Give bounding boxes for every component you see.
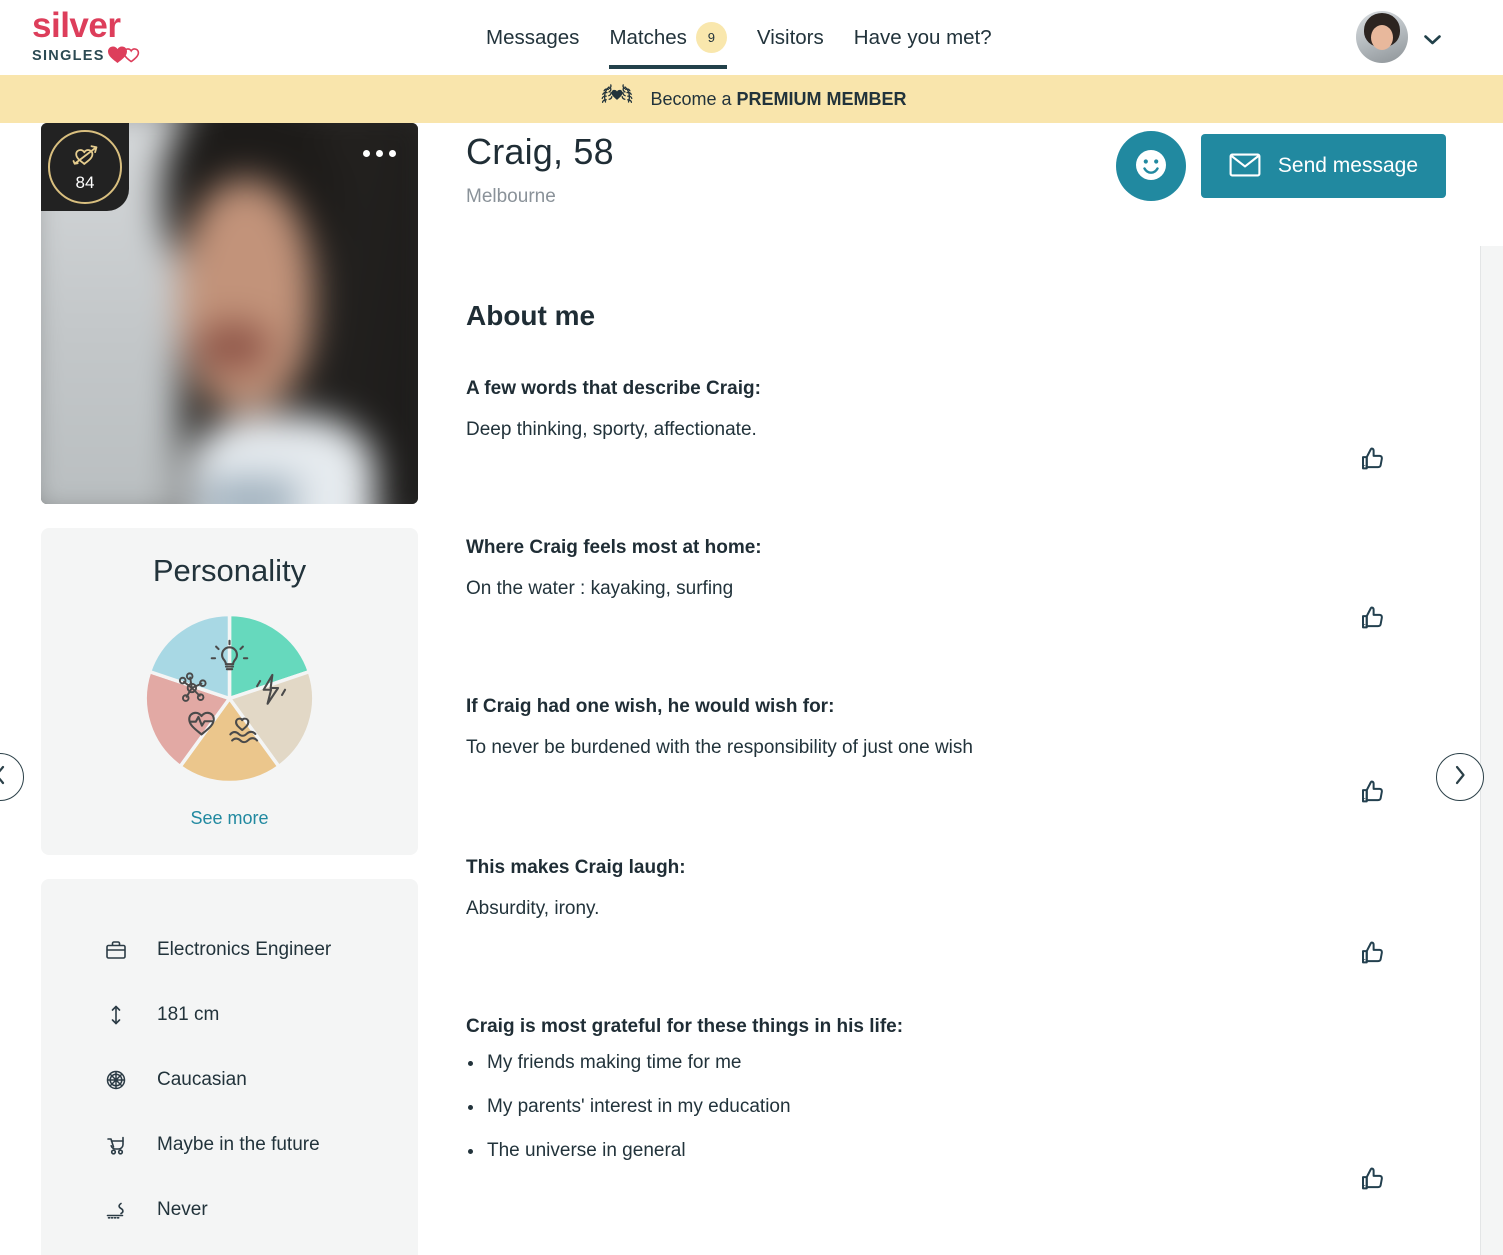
- match-score-badge[interactable]: 84: [41, 123, 129, 211]
- account-menu[interactable]: [1356, 11, 1441, 63]
- thumbs-up-icon: [1358, 941, 1388, 971]
- laurel-heart-icon: [596, 83, 638, 116]
- smile-button[interactable]: [1115, 131, 1186, 201]
- chevron-left-icon: [0, 765, 7, 790]
- like-button[interactable]: [1358, 1164, 1388, 1194]
- profile-main: Craig, 58 Melbourne About me A few words…: [466, 123, 1446, 1216]
- personality-title: Personality: [152, 553, 307, 588]
- previous-profile-button[interactable]: [0, 753, 24, 801]
- personality-card: Personality See more: [41, 528, 418, 855]
- globe-icon: [101, 1068, 131, 1092]
- list-item: My parents' interest in my education: [466, 1096, 1446, 1118]
- personality-pie-chart[interactable]: [142, 611, 317, 786]
- nav-label-have-you-met: Have you met?: [853, 25, 992, 49]
- send-message-button[interactable]: Send message: [1200, 134, 1446, 198]
- about-block-wish: If Craig had one wish, he would wish for…: [466, 696, 1446, 857]
- about-answer: Deep thinking, sporty, affectionate.: [466, 419, 757, 440]
- premium-banner-text: Become a PREMIUM MEMBER: [650, 89, 906, 110]
- envelope-icon: [1229, 152, 1261, 181]
- nav-item-matches[interactable]: Matches 9: [609, 0, 728, 75]
- about-block-describe: A few words that describe Craig: Deep th…: [466, 378, 1446, 512]
- list-item: My friends making time for me: [466, 1052, 1446, 1074]
- chevron-right-icon: [1453, 765, 1467, 790]
- profile-actions: Send message: [1115, 131, 1446, 201]
- cigarette-icon: [101, 1198, 131, 1222]
- about-question: If Craig had one wish, he would wish for…: [466, 696, 835, 717]
- thumbs-up-icon: [1358, 447, 1388, 477]
- nav-item-visitors[interactable]: Visitors: [757, 0, 824, 75]
- more-options-icon[interactable]: [363, 150, 396, 157]
- fact-label-children: Maybe in the future: [157, 1133, 320, 1155]
- about-answer: Absurdity, irony.: [466, 898, 600, 919]
- thumbs-up-icon: [1358, 1167, 1388, 1197]
- see-more-link[interactable]: See more: [190, 808, 268, 829]
- premium-prefix: Become a: [650, 88, 737, 109]
- heart-pair-icon: [107, 45, 141, 68]
- nav-label-visitors: Visitors: [756, 25, 824, 49]
- like-button[interactable]: [1358, 777, 1388, 807]
- smiley-icon: [1131, 145, 1171, 188]
- fact-label-occupation: Electronics Engineer: [157, 938, 332, 960]
- profile-sidebar: 84 Personality See more Electronics Engi…: [41, 123, 418, 1255]
- about-me-heading: About me: [466, 300, 596, 331]
- like-button[interactable]: [1358, 444, 1388, 474]
- matches-count-badge: 9: [695, 22, 727, 53]
- about-question: This makes Craig laugh:: [466, 857, 686, 878]
- stroller-icon: [101, 1133, 131, 1157]
- about-question: Craig is most grateful for these things …: [466, 1016, 904, 1037]
- main-navigation: Messages Matches 9 Visitors Have you met…: [486, 0, 992, 75]
- like-button[interactable]: [1358, 603, 1388, 633]
- nav-label-matches: Matches: [609, 25, 687, 49]
- profile-photo-card[interactable]: 84: [41, 123, 418, 504]
- fact-row-height: 181 cm: [41, 982, 418, 1047]
- brand-logo[interactable]: silver SINGLES: [32, 8, 141, 68]
- briefcase-icon: [101, 938, 131, 962]
- like-button[interactable]: [1358, 938, 1388, 968]
- fact-row-children: Maybe in the future: [41, 1112, 418, 1177]
- logo-text-silver: silver: [32, 6, 121, 45]
- about-block-home: Where Craig feels most at home: On the w…: [466, 537, 1446, 696]
- heart-arrow-icon: [70, 144, 100, 173]
- about-question: A few words that describe Craig:: [466, 378, 761, 399]
- nav-label-messages: Messages: [486, 25, 580, 49]
- about-block-laugh: This makes Craig laugh: Absurdity, irony…: [466, 857, 1446, 1016]
- nav-item-messages[interactable]: Messages: [486, 0, 579, 75]
- premium-banner[interactable]: Become a PREMIUM MEMBER: [0, 75, 1503, 123]
- site-header: silver SINGLES Messages Matches 9 Visito…: [0, 0, 1503, 75]
- about-answer: On the water : kayaking, surfing: [466, 578, 734, 599]
- profile-facts-card: Electronics Engineer 181 cm Caucasian Ma…: [41, 879, 418, 1255]
- grateful-list: My friends making time for me My parents…: [466, 1052, 1446, 1162]
- premium-emphasis: PREMIUM MEMBER: [736, 88, 907, 109]
- logo-text-singles: SINGLES: [32, 48, 105, 65]
- match-score-value: 84: [75, 172, 95, 192]
- list-item: The universe in general: [466, 1140, 1446, 1162]
- page-scroll-rail[interactable]: [1480, 246, 1503, 1255]
- fact-label-height: 181 cm: [157, 1003, 220, 1025]
- thumbs-up-icon: [1358, 606, 1388, 636]
- nav-item-have-you-met[interactable]: Have you met?: [854, 0, 992, 75]
- thumbs-up-icon: [1358, 780, 1388, 810]
- send-message-label: Send message: [1277, 154, 1418, 177]
- fact-row-smoking: Never: [41, 1177, 418, 1242]
- height-icon: [101, 1003, 131, 1027]
- about-block-grateful: Craig is most grateful for these things …: [466, 1016, 1446, 1216]
- fact-label-ethnicity: Caucasian: [157, 1068, 247, 1090]
- about-answer: To never be burdened with the responsibi…: [466, 737, 973, 758]
- chevron-down-icon: [1424, 32, 1441, 45]
- avatar[interactable]: [1356, 11, 1408, 63]
- fact-label-smoking: Never: [157, 1198, 208, 1220]
- profile-page: 84 Personality See more Electronics Engi…: [0, 123, 1503, 1255]
- next-profile-button[interactable]: [1436, 753, 1484, 801]
- about-question: Where Craig feels most at home:: [466, 537, 762, 558]
- fact-row-occupation: Electronics Engineer: [41, 917, 418, 982]
- fact-row-ethnicity: Caucasian: [41, 1047, 418, 1112]
